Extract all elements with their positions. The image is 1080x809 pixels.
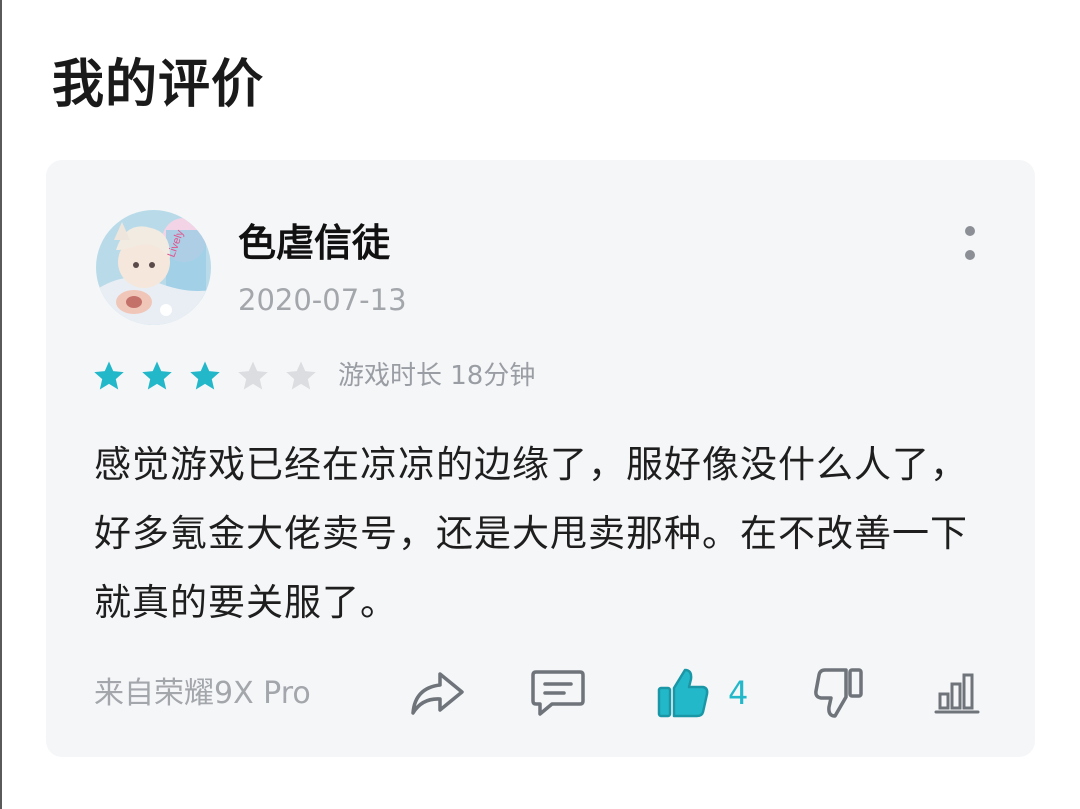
more-vertical-icon-dot [965,250,975,260]
star-icon-empty [238,361,268,390]
like-button[interactable]: 4 [656,664,748,722]
star-rating: 游戏时长 18分钟 [92,358,535,394]
avatar[interactable]: Lively [96,210,211,325]
stars [92,359,332,393]
comment-icon [531,670,585,716]
stats-button[interactable] [934,664,980,722]
more-vertical-icon [965,226,975,236]
share-icon [411,672,464,715]
dislike-button[interactable] [814,664,864,722]
star-icon-filled [190,361,220,390]
star-icon-empty [286,361,316,390]
comment-button[interactable] [530,664,586,722]
share-button[interactable] [408,664,466,722]
star-icon-filled [94,361,124,390]
thumbs-up-icon [657,668,709,718]
review-date: 2020-07-13 [238,283,407,317]
like-count: 4 [728,674,749,712]
stats-icon [934,673,980,714]
thumbs-down-icon [814,668,863,718]
username[interactable]: 色虐信徒 [238,220,390,266]
more-options-button[interactable] [952,222,988,264]
device-label: 来自荣耀9X Pro [94,676,311,711]
playtime: 游戏时长 18分钟 [338,361,536,391]
review-text: 感觉游戏已经在凉凉的边缘了，服好像没什么人了，好多氪金大佬卖号，还是大甩卖那种。… [94,443,968,624]
star-icon-filled [142,361,172,390]
page-title: 我的评价 [52,55,265,115]
